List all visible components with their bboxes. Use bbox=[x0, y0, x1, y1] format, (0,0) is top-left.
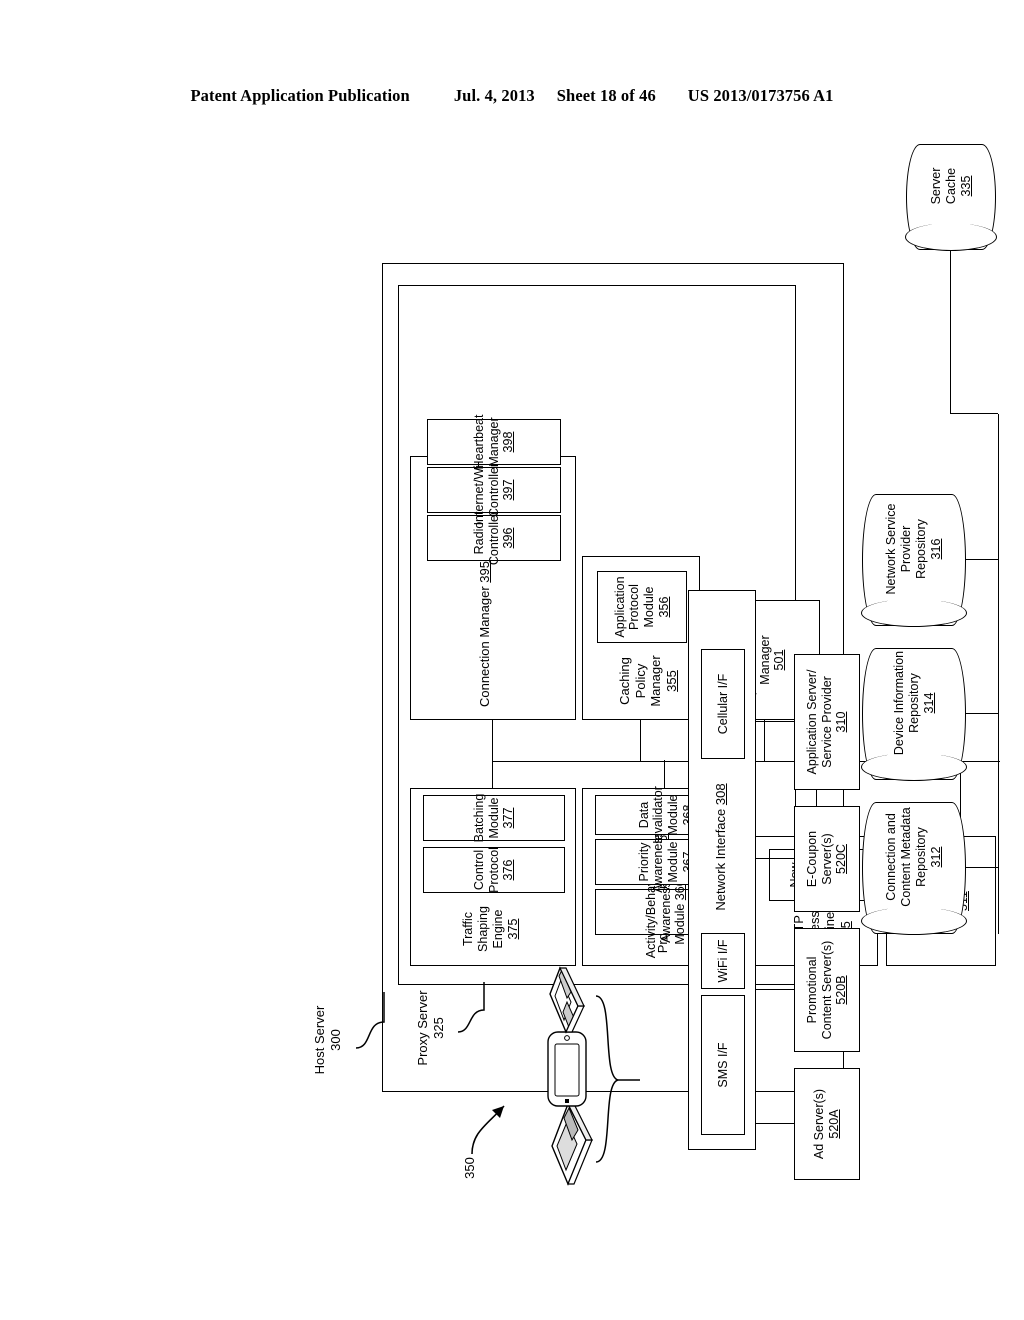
link-ad-servers bbox=[756, 1122, 794, 1124]
proxy-server-label: Proxy Server 325 bbox=[415, 990, 446, 1066]
repository-stem-316 bbox=[966, 558, 998, 560]
link-ecoupon-servers bbox=[756, 857, 794, 859]
proxy-server-leader-line bbox=[457, 982, 485, 1033]
link-app-server bbox=[756, 720, 794, 722]
host-server-leader-line bbox=[355, 992, 385, 1049]
publication-date: Jul. 4, 2013 bbox=[453, 86, 535, 105]
device-information-repository: Device Information Repository 314 bbox=[861, 648, 967, 781]
heartbeat-manager: Heartbeat Manager 398 bbox=[427, 415, 561, 469]
repository-stem-314 bbox=[966, 712, 998, 714]
connection-content-metadata-repository: Connection and Content Metadata Reposito… bbox=[861, 802, 967, 935]
link-promo-servers bbox=[756, 988, 794, 990]
application-server: Application Server/ Service Provider 310 bbox=[794, 654, 860, 790]
repository-bus-vertical bbox=[960, 760, 1000, 762]
mobile-devices-cluster bbox=[522, 962, 662, 1192]
patent-number: US 2013/0173756 A1 bbox=[687, 86, 834, 105]
pda-device-icon bbox=[551, 1102, 593, 1186]
sms-interface: SMS I/F bbox=[701, 995, 745, 1135]
connector-caching-policy bbox=[640, 720, 642, 762]
repository-bus-horizontal bbox=[998, 414, 1000, 934]
internet-wifi-controller: Internet/WiFi Controller 397 bbox=[427, 455, 561, 525]
connector-traffic-shaping bbox=[492, 760, 494, 788]
caching-policy-manager-title: Caching Policy Manager 355 bbox=[617, 655, 679, 707]
network-interface: Network Interface 308 SMS I/F WiFi I/F C… bbox=[688, 590, 756, 1150]
host-server-label: Host Server 300 bbox=[312, 1005, 343, 1075]
ecoupon-servers: E-Coupon Server(s) 520C bbox=[794, 806, 860, 912]
control-protocol-module: Control Protocol 376 bbox=[423, 847, 565, 893]
traffic-shaping-engine-title: Traffic Shaping Engine 375 bbox=[461, 906, 520, 952]
server-cache: Server Cache 335 bbox=[905, 144, 997, 251]
connection-manager-title: Connection Manager 395 bbox=[477, 560, 492, 708]
repository-stem-312 bbox=[966, 866, 998, 868]
cellular-interface: Cellular I/F bbox=[701, 649, 745, 759]
application-protocol-module: Application Protocol Module 356 bbox=[597, 571, 687, 643]
server-cache-link bbox=[950, 250, 952, 414]
mobile-devices-arrow bbox=[471, 1105, 505, 1155]
connector-connection-manager bbox=[492, 720, 494, 762]
feature-phone-icon bbox=[549, 966, 585, 1034]
figure-5a-drawing: Host Server 300 Proxy Server 325 Traffic… bbox=[162, 144, 1000, 1186]
traffic-shaping-engine: Traffic Shaping Engine 375 Control Proto… bbox=[410, 788, 576, 966]
publication-header: Patent Application Publication Jul. 4, 2… bbox=[0, 86, 1024, 106]
connection-manager: Connection Manager 395 Radio Controller … bbox=[410, 415, 576, 720]
caching-policy-manager: Caching Policy Manager 355 Application P… bbox=[582, 556, 700, 720]
connector-proxy-controller bbox=[664, 760, 666, 788]
network-interface-title: Network Interface 308 bbox=[713, 783, 728, 911]
connector-operation-mode bbox=[764, 720, 766, 762]
server-cache-link-riser bbox=[950, 412, 998, 414]
batching-module: Batching Module 377 bbox=[423, 794, 565, 842]
promotional-content-servers: Promotional Content Server(s) 520B bbox=[794, 928, 860, 1052]
wifi-interface: WiFi I/F bbox=[701, 933, 745, 989]
sheet-number: Sheet 18 of 46 bbox=[556, 86, 656, 105]
publication-label: Patent Application Publication bbox=[190, 86, 410, 105]
network-service-provider-repository: Network Service Provider Repository 316 bbox=[861, 494, 967, 627]
touchscreen-device-icon bbox=[547, 1031, 587, 1107]
ad-servers: Ad Server(s) 520A bbox=[794, 1068, 860, 1180]
